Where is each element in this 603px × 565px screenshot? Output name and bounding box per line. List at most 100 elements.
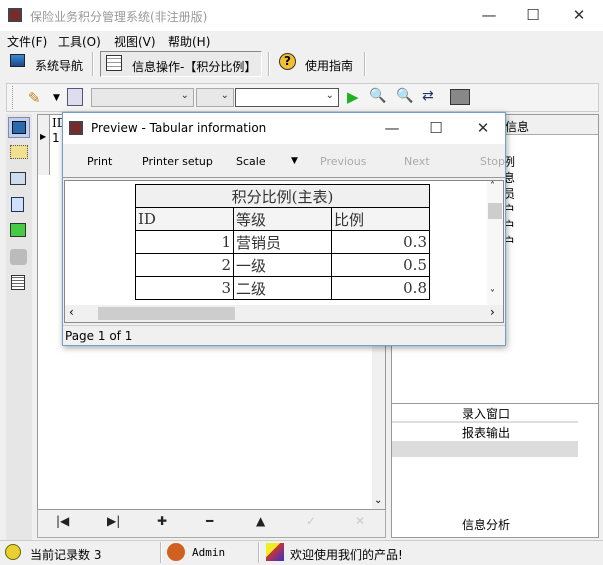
grid-icon <box>106 55 122 71</box>
status-separator <box>258 542 260 563</box>
delete-record-button[interactable]: ━ <box>206 514 213 528</box>
next-button[interactable]: Next <box>404 155 430 168</box>
record-count: 当前记录数 3 <box>30 548 102 562</box>
selected-row[interactable] <box>392 441 578 457</box>
right-panel-header-text: 信息 <box>505 120 530 134</box>
scroll-down-icon[interactable]: ⌄ <box>374 495 382 506</box>
pencil-icon[interactable]: ✎ <box>28 89 41 107</box>
operator-combo[interactable]: ⌄ <box>196 88 234 107</box>
find-icon[interactable] <box>67 88 83 106</box>
preview-maximize-button[interactable]: ☐ <box>421 118 451 138</box>
stop-button[interactable]: Stop <box>480 155 505 168</box>
info-operation-button[interactable]: 信息操作-【积分比例】 <box>100 51 262 77</box>
first-record-button[interactable]: |◀ <box>56 514 69 528</box>
preview-minimize-button[interactable]: — <box>377 118 407 138</box>
menu-help[interactable]: 帮助(H) <box>168 33 210 50</box>
print-icon[interactable] <box>450 89 470 105</box>
horizontal-scroll-thumb[interactable] <box>98 307 235 320</box>
toolbar-separator <box>92 52 94 76</box>
sidebar-document-icon[interactable] <box>11 197 24 212</box>
maximize-button[interactable]: ☐ <box>518 5 548 25</box>
menu-tools[interactable]: 工具(O) <box>58 33 101 50</box>
cell-level: 一级 <box>233 253 332 277</box>
edit-record-button[interactable]: ▲ <box>256 514 265 528</box>
preview-vertical-scrollbar[interactable]: ˄ ˅ <box>487 181 503 305</box>
welcome-message: 欢迎使用我们的产品! <box>290 548 403 562</box>
row-indicator-column <box>38 115 50 175</box>
list-item-report-output[interactable]: 报表输出 <box>462 424 510 441</box>
field-combo[interactable]: ⌄ <box>91 88 194 107</box>
cell-ratio: 0.5 <box>331 253 430 277</box>
page-status: Page 1 of 1 <box>65 329 133 343</box>
toolbar-grip[interactable] <box>12 86 14 109</box>
scroll-right-icon[interactable]: › <box>490 305 495 319</box>
scroll-left-icon[interactable]: ‹ <box>69 305 74 319</box>
sidebar-report-icon[interactable] <box>11 275 25 290</box>
sidebar-chart-icon[interactable] <box>10 223 26 237</box>
minimize-button[interactable]: — <box>474 5 504 25</box>
preview-app-icon <box>69 121 83 135</box>
sidebar-settings-icon[interactable] <box>10 249 27 265</box>
menu-file[interactable]: 文件(F) <box>7 33 47 50</box>
current-row-icon: ▶ <box>40 132 47 141</box>
table-row: 1 营销员 0.3 <box>135 230 430 254</box>
preview-window: Preview - Tabular information — ☐ ✕ Prin… <box>62 112 506 346</box>
zoom-in-icon[interactable]: 🔍 <box>369 88 386 104</box>
value-combo[interactable]: ⌄ <box>235 88 339 107</box>
cell-level: 营销员 <box>233 230 332 254</box>
scale-button[interactable]: Scale <box>236 155 266 168</box>
previous-button[interactable]: Previous <box>320 155 367 168</box>
dropdown-arrow-icon[interactable]: ▼ <box>53 93 60 103</box>
column-header: 比例 <box>331 207 430 231</box>
table-row: 3 二级 0.8 <box>135 276 430 300</box>
app-icon <box>8 8 22 22</box>
cell-level: 二级 <box>233 276 332 300</box>
user-guide-label: 使用指南 <box>305 59 354 73</box>
panel-divider <box>392 403 598 404</box>
close-button[interactable]: ✕ <box>564 5 594 25</box>
report-table: 积分比例(主表) ID 等级 比例 1 营销员 0.3 2 一级 0.5 3 二级 0.8 <box>135 184 430 300</box>
toolbar-separator <box>268 52 270 76</box>
window-title: 保险业务积分管理系统(非注册版) <box>30 10 208 24</box>
blocks-icon <box>266 543 284 561</box>
column-header: 等级 <box>233 207 332 231</box>
scroll-down-icon[interactable]: ˅ <box>490 289 495 300</box>
cell-ratio: 0.8 <box>331 276 430 300</box>
preview-toolbar-divider <box>63 177 505 178</box>
cancel-record-button[interactable]: ✕ <box>355 514 365 528</box>
zoom-out-icon[interactable]: 🔍 <box>396 88 413 104</box>
nav-icon <box>10 54 25 67</box>
cell-id: 3 <box>135 276 234 300</box>
toolbar-separator <box>364 52 366 76</box>
cell-id: 1 <box>135 230 234 254</box>
system-nav-label: 系统导航 <box>35 59 84 73</box>
post-record-button[interactable]: ✓ <box>306 514 316 528</box>
play-icon[interactable]: ▶ <box>347 88 359 106</box>
system-nav-button[interactable]: 系统导航 <box>8 52 90 76</box>
user-icon <box>167 543 185 561</box>
status-separator <box>160 542 162 563</box>
cell-ratio: 0.3 <box>331 230 430 254</box>
preview-close-button[interactable]: ✕ <box>468 118 498 138</box>
menu-view[interactable]: 视图(V) <box>114 33 156 50</box>
report-title: 积分比例(主表) <box>135 184 430 208</box>
sidebar-tree-icon[interactable] <box>10 145 28 159</box>
printer-setup-button[interactable]: Printer setup <box>142 155 213 168</box>
refresh-icon[interactable]: ⇄ <box>422 88 434 104</box>
list-item-info-analysis[interactable]: 信息分析 <box>462 516 510 533</box>
scale-dropdown-icon[interactable]: ▼ <box>291 156 298 166</box>
preview-page-area: 积分比例(主表) ID 等级 比例 1 营销员 0.3 2 一级 0.5 3 二级 0.8 … <box>64 180 504 323</box>
sidebar-nav-icon[interactable] <box>8 117 30 138</box>
last-record-button[interactable]: ▶| <box>107 514 120 528</box>
scroll-up-icon[interactable]: ˄ <box>490 181 495 192</box>
vertical-scroll-thumb[interactable] <box>488 203 502 219</box>
sidebar-list-icon[interactable] <box>10 172 26 185</box>
table-row: 2 一级 0.5 <box>135 253 430 277</box>
preview-horizontal-scrollbar[interactable]: ‹ › <box>65 305 503 322</box>
grid-cell-id[interactable]: 1 <box>52 131 60 145</box>
list-item-input-window[interactable]: 录入窗口 <box>462 405 510 422</box>
info-operation-label: 信息操作-【积分比例】 <box>132 60 257 74</box>
print-button[interactable]: Print <box>87 155 112 168</box>
insert-record-button[interactable]: ✚ <box>157 514 167 528</box>
user-guide-button[interactable]: ? 使用指南 <box>276 52 361 76</box>
